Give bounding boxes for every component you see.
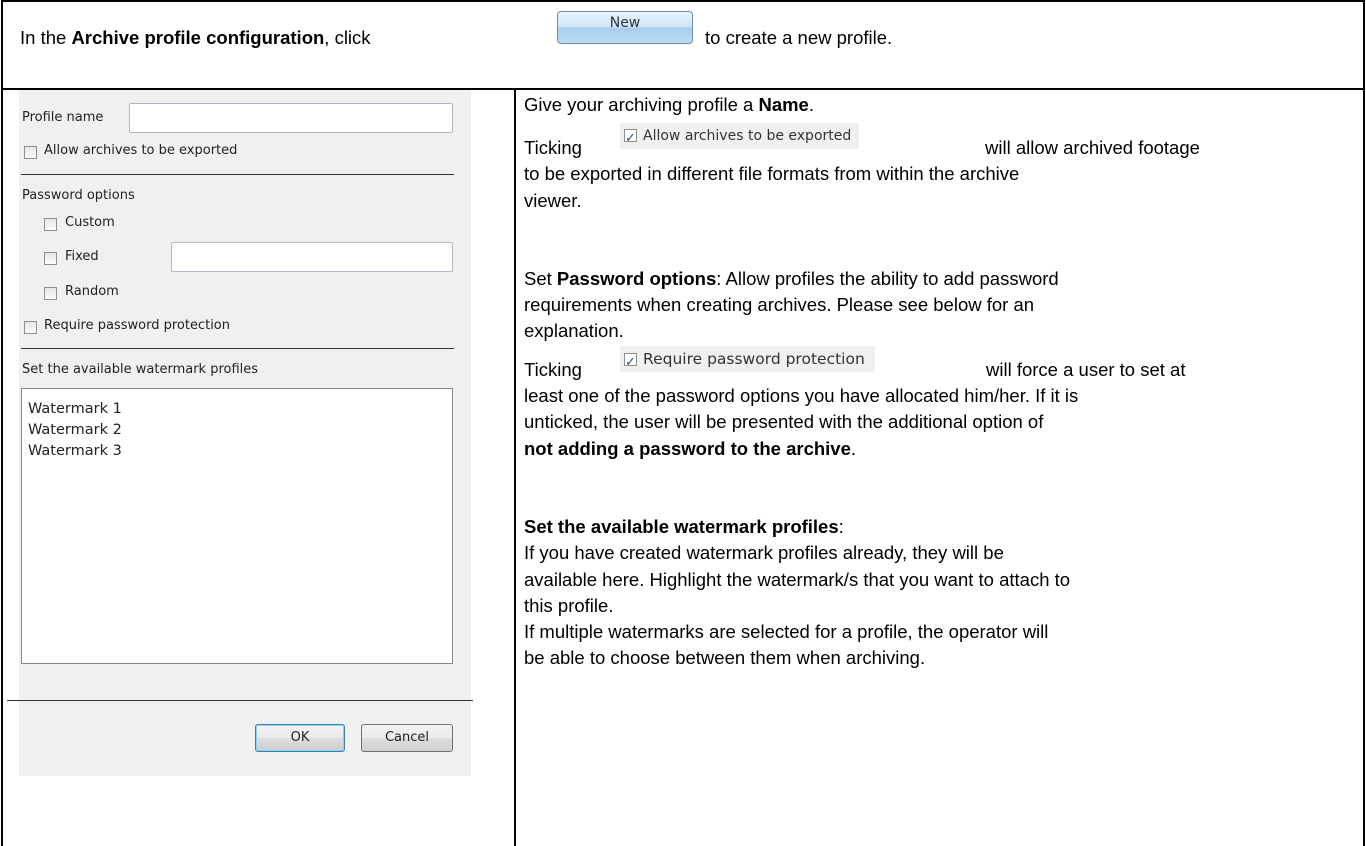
cancel-button[interactable]: Cancel <box>361 724 453 752</box>
watermark-explanation-line: If multiple watermarks are selected for … <box>524 621 1049 642</box>
watermark-listbox[interactable]: Watermark 1 Watermark 2 Watermark 3 <box>21 388 453 664</box>
fixed-label: Fixed <box>65 249 99 264</box>
fixed-checkbox[interactable] <box>44 252 57 265</box>
ok-button[interactable]: OK <box>255 724 345 752</box>
list-item[interactable]: Watermark 2 <box>22 420 452 441</box>
require-explanation-line: least one of the password options you ha… <box>524 385 1079 406</box>
allow-export-example: Allow archives to be exported <box>620 123 860 152</box>
password-options-paragraph: Set Password options: Allow profiles the… <box>524 268 1059 289</box>
checked-checkbox-icon <box>624 126 637 152</box>
watermark-explanation-line: available here. Highlight the watermark/… <box>524 569 1071 590</box>
archive-profile-configuration-bold: Archive profile configuration <box>71 27 325 48</box>
allow-export-label: Allow archives to be exported <box>44 143 238 158</box>
tick-word: Ticking <box>524 359 582 380</box>
list-item[interactable]: Watermark 1 <box>22 399 452 420</box>
archive-profile-dialog: Profile name Allow archives to be export… <box>7 90 473 776</box>
separator <box>21 174 454 175</box>
header-text: In the Archive profile configuration, cl… <box>20 27 371 48</box>
column-divider <box>514 88 516 846</box>
name-paragraph: Give your archiving profile a Name. <box>524 94 814 115</box>
fixed-password-input[interactable] <box>171 242 453 272</box>
allow-export-checkbox[interactable] <box>24 146 37 159</box>
header-row: In the Archive profile configuration, cl… <box>3 2 1363 90</box>
checked-checkbox-icon <box>624 350 637 376</box>
require-explanation-line: not adding a password to the archive. <box>524 438 857 459</box>
separator <box>21 348 454 349</box>
allow-explanation-line: viewer. <box>524 190 582 211</box>
watermark-heading: Set the available watermark profiles: <box>524 516 844 537</box>
require-explanation: will force a user to set at <box>986 359 1186 380</box>
watermark-explanation-line: If you have created watermark profiles a… <box>524 542 1004 563</box>
list-item[interactable]: Watermark 3 <box>22 441 452 462</box>
watermark-explanation-line: be able to choose between them when arch… <box>524 647 926 668</box>
password-options-label: Password options <box>22 188 135 203</box>
password-explanation-line: explanation. <box>524 320 624 341</box>
require-explanation-line: unticked, the user will be presented wit… <box>524 411 1044 432</box>
separator <box>7 700 473 701</box>
random-label: Random <box>65 284 119 299</box>
custom-label: Custom <box>65 215 115 230</box>
tick-word: Ticking <box>524 137 582 158</box>
profile-name-label: Profile name <box>22 110 104 125</box>
watermark-section-label: Set the available watermark profiles <box>22 362 259 377</box>
require-password-label: Require password protection <box>44 318 230 333</box>
random-checkbox[interactable] <box>44 287 57 300</box>
custom-checkbox[interactable] <box>44 218 57 231</box>
watermark-explanation-line: this profile. <box>524 595 614 616</box>
require-password-example: Require password protection <box>620 346 875 376</box>
password-explanation-line: requirements when creating archives. Ple… <box>524 294 1035 315</box>
profile-name-input[interactable] <box>129 103 453 133</box>
require-password-checkbox[interactable] <box>24 321 37 334</box>
allow-explanation: will allow archived footage <box>985 137 1200 158</box>
allow-explanation-line: to be exported in different file formats… <box>524 163 1020 184</box>
new-button[interactable]: New <box>557 11 693 44</box>
header-text-after-button: to create a new profile. <box>705 27 893 48</box>
